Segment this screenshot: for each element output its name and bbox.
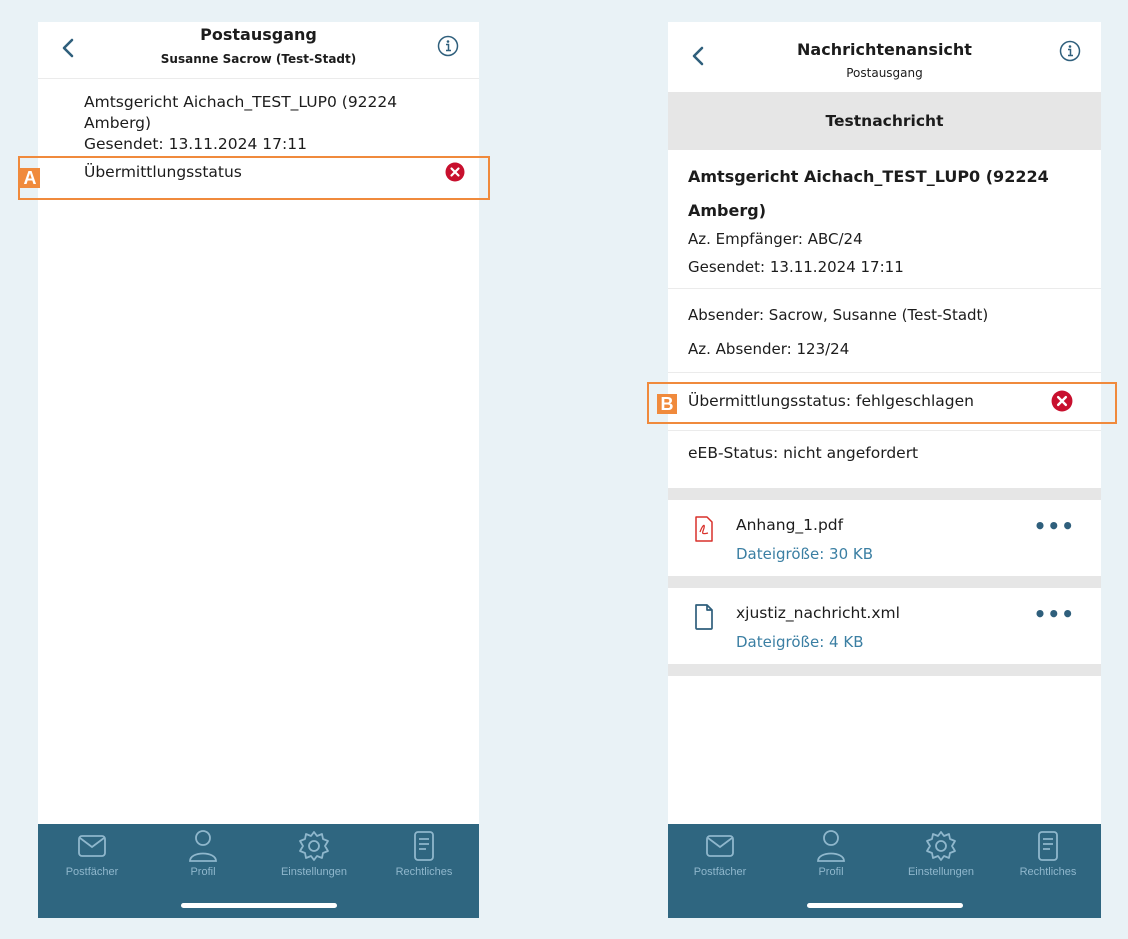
home-indicator xyxy=(806,903,963,908)
mail-icon xyxy=(706,835,734,857)
tab-rechtliches[interactable]: Rechtliches xyxy=(998,828,1098,878)
divider xyxy=(668,372,1101,373)
highlight-box-b xyxy=(647,382,1117,424)
tab-einstellungen[interactable]: Einstellungen xyxy=(891,828,991,878)
attachment-size: Dateigröße: 30 KB xyxy=(736,545,874,563)
attachment-name: xjustiz_nachricht.xml xyxy=(736,604,900,622)
tab-postfaecher[interactable]: Postfächer xyxy=(670,828,770,878)
recipient-line1: Amtsgericht Aichach_TEST_LUP0 (92224 xyxy=(84,93,398,111)
tab-label: Einstellungen xyxy=(907,866,975,878)
sent-date: Gesendet: 13.11.2024 17:11 xyxy=(688,258,904,276)
tab-label: Postfächer xyxy=(693,866,747,878)
tab-label: Einstellungen xyxy=(280,866,348,878)
sender: Absender: Sacrow, Susanne (Test-Stadt) xyxy=(688,306,989,324)
tab-label: Postfächer xyxy=(65,866,119,878)
highlight-box-a xyxy=(18,156,490,200)
gear-icon xyxy=(299,831,329,861)
tab-einstellungen[interactable]: Einstellungen xyxy=(264,828,364,878)
tab-label: Profil xyxy=(818,866,844,878)
sender-case-number: Az. Absender: 123/24 xyxy=(688,340,850,358)
subject-bar: Testnachricht xyxy=(668,92,1101,150)
section-separator xyxy=(668,488,1101,500)
recipient-case-number: Az. Empfänger: ABC/24 xyxy=(688,230,863,248)
page-title: Postausgang xyxy=(200,25,317,44)
person-icon xyxy=(817,830,845,862)
file-icon xyxy=(695,604,713,630)
pdf-file-icon xyxy=(695,516,713,542)
attachment-size: Dateigröße: 4 KB xyxy=(736,633,864,651)
divider xyxy=(668,288,1101,289)
info-icon[interactable] xyxy=(437,35,459,57)
highlight-tag-b: B xyxy=(657,394,677,414)
recipient-line2: Amberg) xyxy=(688,201,767,220)
section-separator xyxy=(668,664,1101,676)
back-chevron-icon[interactable] xyxy=(688,44,710,68)
tab-postfaecher[interactable]: Postfächer xyxy=(42,828,142,878)
tab-rechtliches[interactable]: Rechtliches xyxy=(374,828,474,878)
more-options-button[interactable]: ••• xyxy=(1034,602,1075,626)
divider xyxy=(668,430,1101,431)
home-indicator xyxy=(180,903,337,908)
tab-label: Rechtliches xyxy=(395,866,453,878)
tab-profil[interactable]: Profil xyxy=(153,828,253,878)
document-icon xyxy=(414,831,434,861)
eeb-status: eEB-Status: nicht angefordert xyxy=(688,444,919,462)
nachrichtenansicht-screen: Nachrichtenansicht Postausgang Testnachr… xyxy=(668,22,1101,918)
mail-icon xyxy=(78,835,106,857)
attachment-name: Anhang_1.pdf xyxy=(736,516,844,534)
page-subtitle: Postausgang xyxy=(846,66,923,80)
document-icon xyxy=(1038,831,1058,861)
tab-label: Rechtliches xyxy=(1019,866,1077,878)
more-options-button[interactable]: ••• xyxy=(1034,514,1075,538)
section-separator xyxy=(668,576,1101,588)
recipient-line1: Amtsgericht Aichach_TEST_LUP0 (92224 xyxy=(688,167,1049,186)
recipient-name: Amtsgericht Aichach_TEST_LUP0 (92224 Amb… xyxy=(688,160,1081,228)
recipient-line2: Amberg) xyxy=(84,114,152,132)
tab-label: Profil xyxy=(190,866,216,878)
person-icon xyxy=(189,830,217,862)
sent-date: Gesendet: 13.11.2024 17:11 xyxy=(84,135,307,153)
tab-profil[interactable]: Profil xyxy=(781,828,881,878)
gear-icon xyxy=(926,831,956,861)
header: Nachrichtenansicht Postausgang xyxy=(668,22,1101,93)
header: Postausgang Susanne Sacrow (Test-Stadt) xyxy=(38,22,479,79)
tab-bar: Postfächer Profil Einstellungen Rechtlic… xyxy=(668,824,1101,918)
info-icon[interactable] xyxy=(1059,40,1081,62)
page-subtitle: Susanne Sacrow (Test-Stadt) xyxy=(160,52,357,66)
highlight-tag-a: A xyxy=(20,168,40,188)
back-chevron-icon[interactable] xyxy=(58,36,80,60)
page-title: Nachrichtenansicht xyxy=(797,40,972,59)
tab-bar: Postfächer Profil Einstellungen Rechtlic… xyxy=(38,824,479,918)
message-list-item[interactable]: Amtsgericht Aichach_TEST_LUP0 (92224 Amb… xyxy=(84,92,459,155)
